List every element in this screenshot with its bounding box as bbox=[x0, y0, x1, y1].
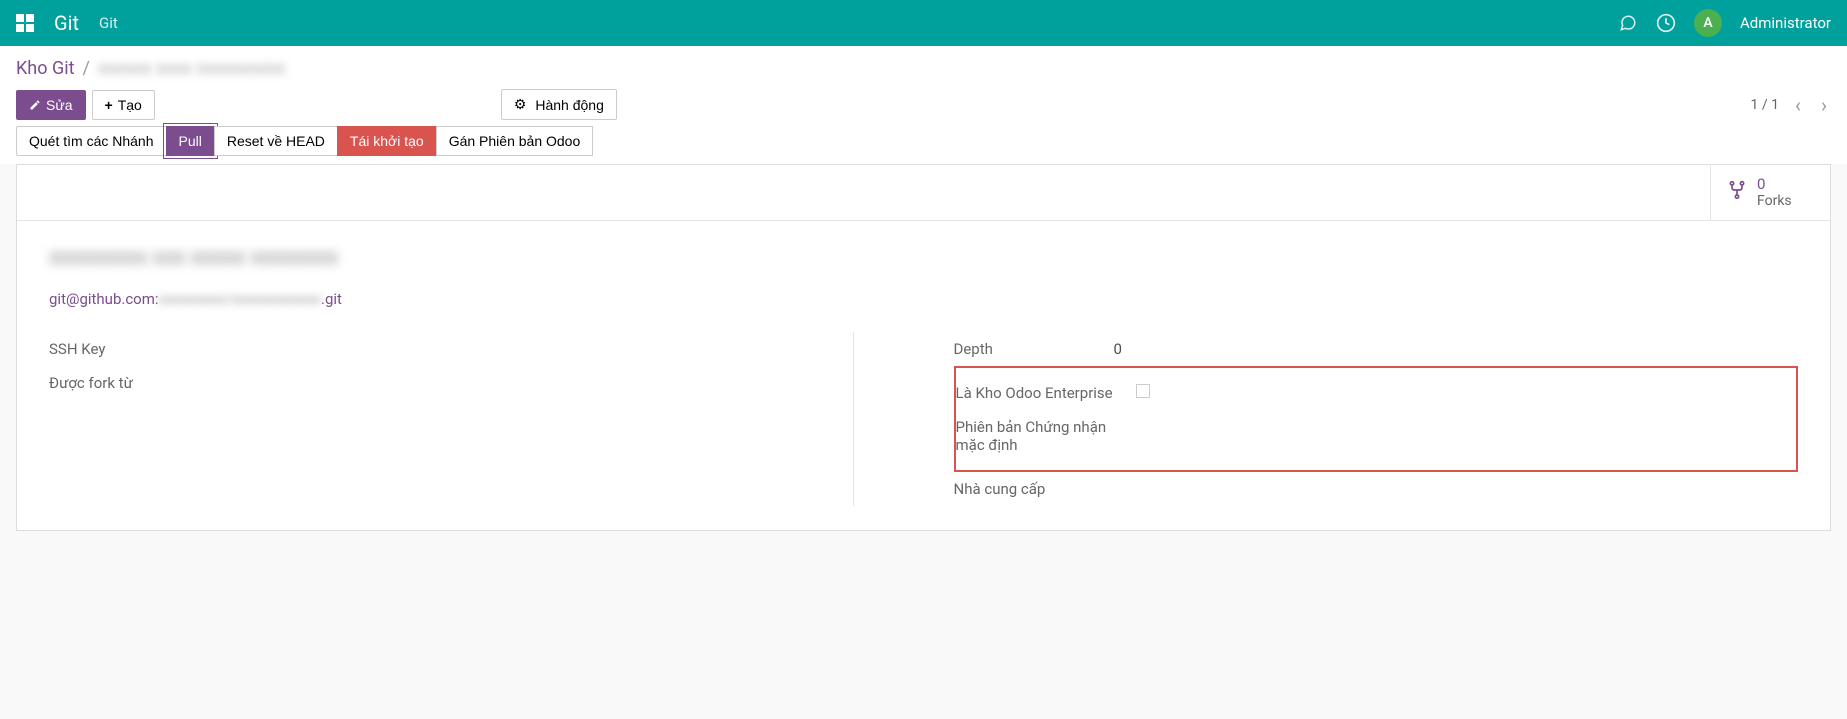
edit-label: Sửa bbox=[46, 97, 73, 113]
pull-button[interactable]: Pull bbox=[166, 126, 215, 156]
action-label: Hành động bbox=[535, 97, 604, 113]
forks-label: Forks bbox=[1757, 193, 1792, 210]
depth-label: Depth bbox=[954, 340, 1114, 358]
reinit-button[interactable]: Tái khởi tạo bbox=[337, 126, 437, 156]
navbar-right: A Administrator bbox=[1618, 9, 1831, 37]
right-column: Depth 0 Là Kho Odoo Enterprise Phiên bản bbox=[954, 332, 1799, 506]
is-enterprise-value bbox=[1136, 384, 1797, 402]
is-enterprise-checkbox[interactable] bbox=[1136, 384, 1150, 398]
is-enterprise-label: Là Kho Odoo Enterprise bbox=[956, 384, 1136, 402]
form-container: 0 Forks xxxxxxxxx xxx xxxxx xxxxxxxx git… bbox=[0, 164, 1847, 547]
depth-field: Depth 0 bbox=[954, 332, 1799, 366]
nav-menu-item[interactable]: Git bbox=[99, 14, 118, 32]
pager-prev[interactable]: ‹ bbox=[1791, 93, 1805, 117]
plus-icon: + bbox=[105, 97, 113, 113]
buttons-row: Sửa + Tạo Hành động 1 / 1 ‹ › bbox=[16, 89, 1831, 130]
control-panel: Kho Git / xxxxxx xxxx xxxxxxxxxx Sửa + T… bbox=[0, 46, 1847, 164]
breadcrumb-current: xxxxxx xxxx xxxxxxxxxx bbox=[98, 58, 286, 79]
forks-stat-info: 0 Forks bbox=[1757, 175, 1792, 210]
default-cert-value bbox=[1136, 418, 1797, 454]
apps-icon[interactable] bbox=[16, 14, 34, 32]
forks-count: 0 bbox=[1757, 175, 1792, 193]
statusbar: 0 Forks bbox=[17, 165, 1830, 221]
fields-container: SSH Key Được fork từ Depth 0 bbox=[49, 332, 1798, 506]
ssh-key-label: SSH Key bbox=[49, 340, 209, 358]
app-title: Git bbox=[54, 11, 79, 35]
pencil-icon bbox=[29, 99, 41, 111]
action-buttons: Quét tìm các Nhánh Pull Reset về HEAD Tá… bbox=[16, 126, 1831, 164]
highlight-box: Là Kho Odoo Enterprise Phiên bản Chứng n… bbox=[954, 366, 1799, 472]
url-suffix: .git bbox=[321, 290, 342, 308]
navbar: Git Git A Administrator bbox=[0, 0, 1847, 46]
breadcrumb-separator: / bbox=[82, 58, 89, 79]
breadcrumb-parent[interactable]: Kho Git bbox=[16, 58, 74, 79]
user-name[interactable]: Administrator bbox=[1740, 14, 1831, 32]
create-button[interactable]: + Tạo bbox=[92, 90, 155, 120]
is-enterprise-field: Là Kho Odoo Enterprise bbox=[956, 376, 1797, 410]
vendor-field: Nhà cung cấp bbox=[954, 472, 1799, 506]
forks-stat-button[interactable]: 0 Forks bbox=[1710, 165, 1830, 220]
assign-odoo-button[interactable]: Gán Phiên bản Odoo bbox=[436, 126, 594, 156]
depth-value: 0 bbox=[1114, 340, 1799, 358]
breadcrumb: Kho Git / xxxxxx xxxx xxxxxxxxxx bbox=[16, 58, 1831, 79]
fork-icon bbox=[1727, 178, 1747, 207]
create-label: Tạo bbox=[118, 97, 142, 113]
pager-text: 1 / 1 bbox=[1751, 97, 1779, 113]
activity-icon[interactable] bbox=[1656, 13, 1676, 33]
ssh-key-field: SSH Key bbox=[49, 332, 853, 366]
vendor-label: Nhà cung cấp bbox=[954, 480, 1114, 498]
column-separator bbox=[853, 332, 854, 506]
record-url[interactable]: git@github.com:xxxxxxxxx/xxxxxxxxxxxx.gi… bbox=[49, 290, 1798, 308]
action-dropdown[interactable]: Hành động bbox=[501, 89, 617, 120]
forked-from-field: Được fork từ bbox=[49, 366, 853, 400]
default-cert-label: Phiên bản Chứng nhận mặc định bbox=[956, 418, 1136, 454]
vendor-value bbox=[1114, 480, 1799, 498]
left-column: SSH Key Được fork từ bbox=[49, 332, 894, 506]
edit-button[interactable]: Sửa bbox=[16, 90, 86, 120]
record-title: xxxxxxxxx xxx xxxxx xxxxxxxx bbox=[49, 245, 1798, 270]
messages-icon[interactable] bbox=[1618, 13, 1638, 33]
url-prefix: git@github.com: bbox=[49, 290, 159, 308]
scan-branches-button[interactable]: Quét tìm các Nhánh bbox=[16, 126, 167, 156]
forked-from-label: Được fork từ bbox=[49, 374, 209, 392]
sheet-content: xxxxxxxxx xxx xxxxx xxxxxxxx git@github.… bbox=[17, 221, 1830, 530]
reset-head-button[interactable]: Reset về HEAD bbox=[214, 126, 338, 156]
navbar-left: Git Git bbox=[16, 11, 118, 35]
pager-next[interactable]: › bbox=[1817, 93, 1831, 117]
pager: 1 / 1 ‹ › bbox=[1751, 93, 1832, 117]
default-cert-field: Phiên bản Chứng nhận mặc định bbox=[956, 410, 1797, 462]
url-blurred: xxxxxxxxx/xxxxxxxxxxxx bbox=[159, 290, 321, 308]
avatar[interactable]: A bbox=[1694, 9, 1722, 37]
form-sheet: 0 Forks xxxxxxxxx xxx xxxxx xxxxxxxx git… bbox=[16, 164, 1831, 531]
